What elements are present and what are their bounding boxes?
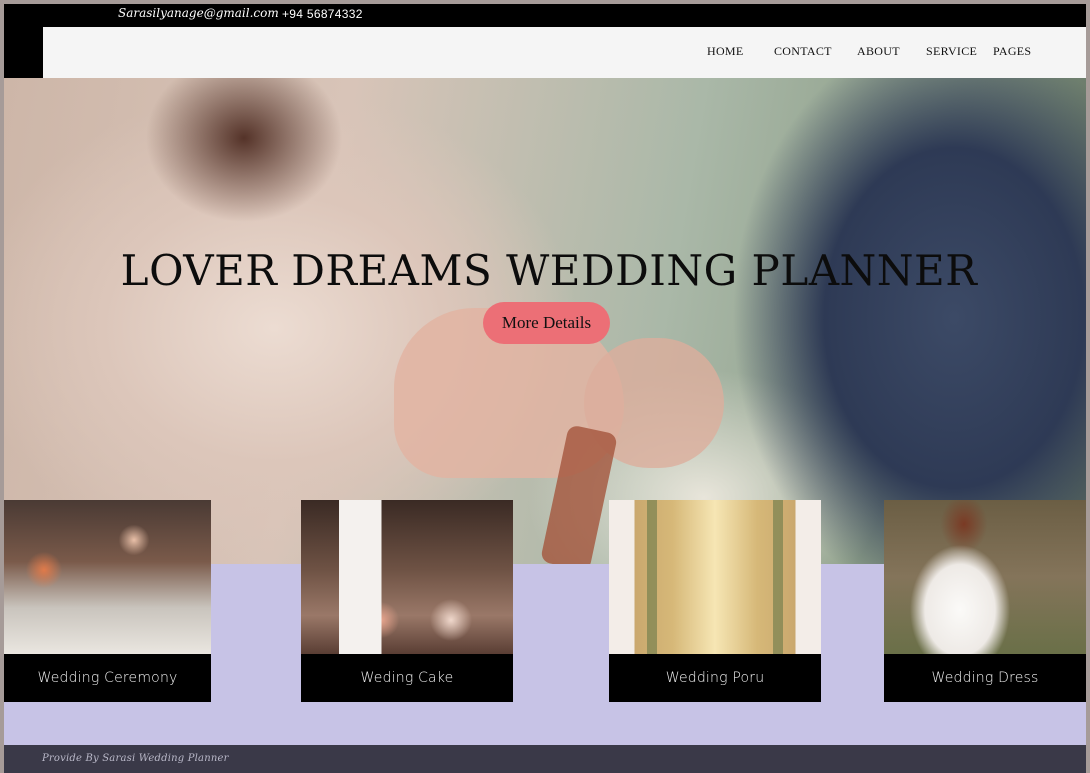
service-card-poru[interactable]: Wedding Poru xyxy=(609,500,821,702)
hero-title: LOVER DREAMS WEDDING PLANNER xyxy=(120,246,978,295)
nav-wrapper: HOME CONTACT ABOUT SERVICE PAGES xyxy=(4,27,1086,78)
card-label: Weding Cake xyxy=(360,670,454,686)
nav-item-service[interactable]: SERVICE xyxy=(926,44,977,59)
contact-phone[interactable]: +94 56874332 xyxy=(282,7,363,21)
dress-image xyxy=(884,500,1086,654)
nav-item-about[interactable]: ABOUT xyxy=(857,44,900,59)
poru-arch xyxy=(647,500,783,654)
service-card-ceremony[interactable]: Wedding Ceremony xyxy=(4,500,211,702)
nav-item-home[interactable]: HOME xyxy=(707,44,744,59)
hero-banner: LOVER DREAMS WEDDING PLANNER More Detail… xyxy=(4,78,1086,564)
page-frame: Sarasilyanage@gmail.com +94 56874332 HOM… xyxy=(4,4,1086,773)
poru-image xyxy=(609,500,821,654)
cake-image xyxy=(301,500,513,654)
service-card-dress[interactable]: Wedding Dress xyxy=(884,500,1086,702)
nav-item-pages[interactable]: PAGES xyxy=(993,44,1031,59)
nav-item-contact[interactable]: CONTACT xyxy=(774,44,832,59)
footer: Provide By Sarasi Wedding Planner xyxy=(4,745,1086,773)
card-label: Wedding Ceremony xyxy=(37,670,178,686)
contact-email[interactable]: Sarasilyanage@gmail.com xyxy=(118,6,279,20)
card-label: Wedding Dress xyxy=(931,670,1039,686)
service-card-cake[interactable]: Weding Cake xyxy=(301,500,513,702)
top-contact-bar: Sarasilyanage@gmail.com +94 56874332 xyxy=(4,4,1086,27)
footer-credit: Provide By Sarasi Wedding Planner xyxy=(42,753,229,764)
ceremony-image xyxy=(4,500,211,654)
card-label: Wedding Poru xyxy=(665,670,765,686)
more-details-button[interactable]: More Details xyxy=(483,302,610,344)
main-nav: HOME CONTACT ABOUT SERVICE PAGES xyxy=(43,27,1086,78)
